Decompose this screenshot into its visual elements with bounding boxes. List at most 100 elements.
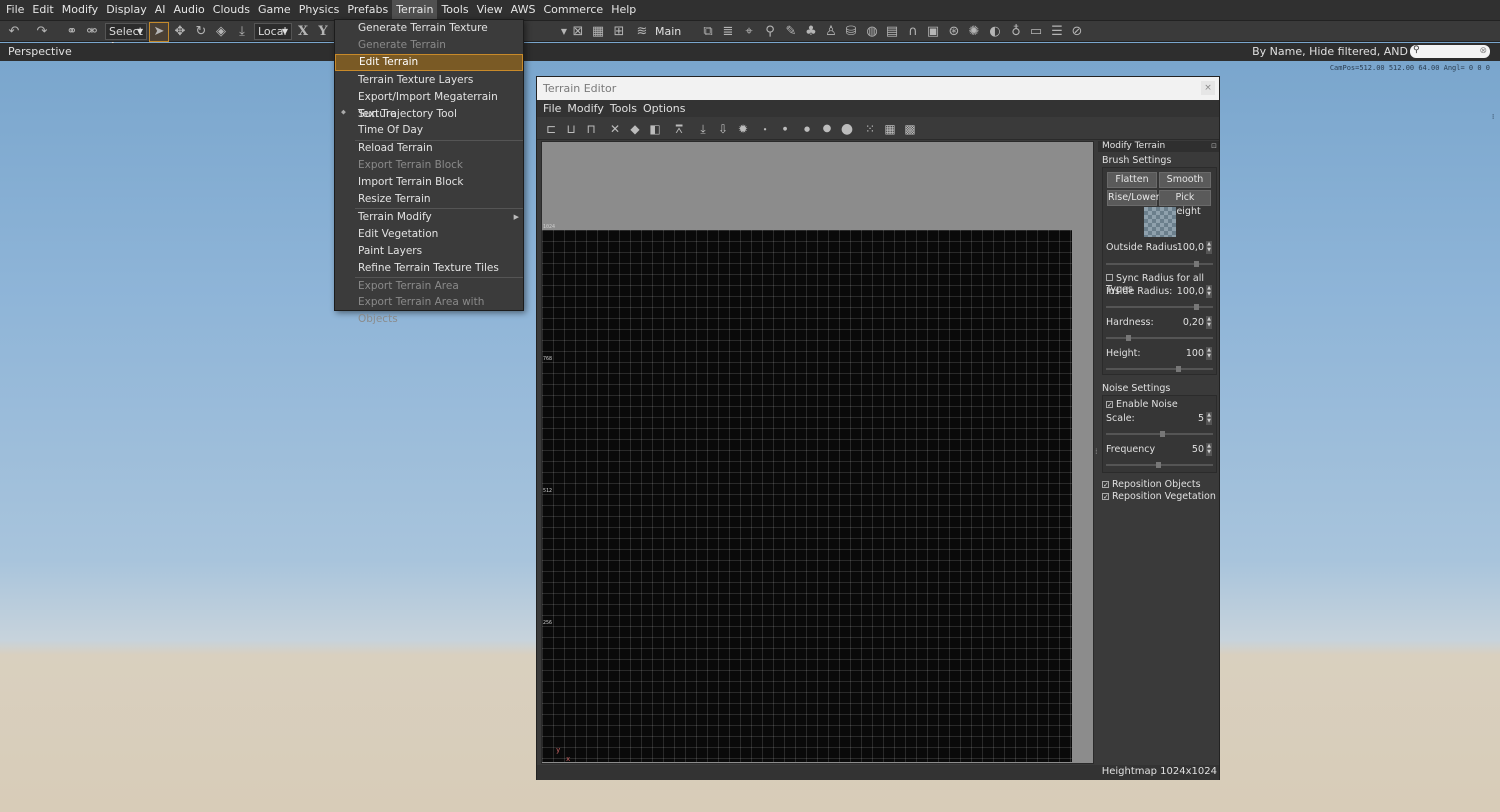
- editor-title-bar[interactable]: Terrain Editor ×: [537, 77, 1219, 100]
- undo-icon[interactable]: ↶: [6, 24, 22, 40]
- brush-size-2-icon[interactable]: ●: [777, 121, 793, 137]
- frequency-slider[interactable]: [1106, 462, 1213, 468]
- download-icon[interactable]: ⇩: [715, 121, 731, 137]
- hardness-spinbox[interactable]: 0,20 ▲ ▼: [1172, 316, 1212, 329]
- menu-prefabs[interactable]: Prefabs: [343, 0, 392, 20]
- menu-generate-terrain[interactable]: Generate Terrain: [335, 37, 523, 54]
- menu-sun-trajectory-tool[interactable]: Sun Trajectory Tool: [335, 106, 523, 123]
- menu-edit[interactable]: Edit: [28, 0, 57, 20]
- scale-slider[interactable]: [1106, 431, 1213, 437]
- link-icon[interactable]: ⚭: [64, 24, 80, 40]
- selection-mode-dropdown[interactable]: Select A ▼: [105, 23, 147, 53]
- heightmap-view[interactable]: 1024 768 512 256 y x: [541, 141, 1094, 764]
- menu-file[interactable]: File: [2, 0, 28, 20]
- slider-knob[interactable]: [1126, 335, 1131, 341]
- coord-system-dropdown[interactable]: Local ▼: [254, 23, 292, 40]
- brush-size-5-icon[interactable]: ●: [839, 121, 855, 137]
- spin-arrows-icon[interactable]: ▲ ▼: [1206, 285, 1212, 298]
- menu-export-terrain-area[interactable]: Export Terrain Area: [335, 278, 523, 295]
- editor-menu-tools[interactable]: Tools: [607, 102, 640, 115]
- flatten-button[interactable]: Flatten: [1107, 172, 1157, 188]
- brush-icon[interactable]: ✎: [783, 24, 799, 40]
- globe-icon[interactable]: ◍: [864, 24, 880, 40]
- save-icon[interactable]: ⊔: [563, 121, 579, 137]
- clear-icon[interactable]: ⊗: [1479, 45, 1487, 57]
- brush-size-4-icon[interactable]: ●: [819, 121, 835, 137]
- menu-export-import-megaterrain[interactable]: Export/Import Megaterrain Texture: [335, 89, 523, 120]
- menu-physics[interactable]: Physics: [295, 0, 344, 20]
- figure-icon[interactable]: ♙: [823, 24, 839, 40]
- inside-radius-spinbox[interactable]: 100,0 ▲ ▼: [1172, 285, 1212, 298]
- headphones-icon[interactable]: ∩: [905, 24, 921, 40]
- database-icon[interactable]: ⛁: [843, 24, 859, 40]
- slider-knob[interactable]: [1156, 462, 1161, 468]
- book-icon[interactable]: ⧉: [700, 24, 716, 40]
- panel-float-icon[interactable]: ⊡: [1211, 141, 1217, 152]
- layers-icon[interactable]: ≋: [634, 24, 650, 40]
- menu-time-of-day[interactable]: Time Of Day: [335, 122, 523, 139]
- axis-x-button[interactable]: X: [295, 24, 311, 40]
- menu-tools[interactable]: Tools: [437, 0, 472, 20]
- stack-icon[interactable]: ≣: [720, 24, 736, 40]
- image-icon[interactable]: ▣: [925, 24, 941, 40]
- viewport-name[interactable]: Perspective: [8, 45, 72, 58]
- heightmap-grid[interactable]: [542, 230, 1072, 762]
- scale-icon[interactable]: ◈: [213, 24, 229, 40]
- spin-arrows-icon[interactable]: ▲ ▼: [1206, 443, 1212, 456]
- pick-height-button[interactable]: Pick Height: [1159, 190, 1211, 217]
- menu-edit-terrain[interactable]: Edit Terrain: [335, 54, 523, 71]
- viewport-search-input[interactable]: ⚲ ⊗: [1410, 45, 1490, 58]
- brush-size-3-icon[interactable]: ●: [799, 121, 815, 137]
- slider-knob[interactable]: [1194, 304, 1199, 310]
- menu-export-terrain-block[interactable]: Export Terrain Block: [335, 157, 523, 174]
- menu-ai[interactable]: AI: [151, 0, 170, 20]
- menu-commerce[interactable]: Commerce: [539, 0, 607, 20]
- spin-arrows-icon[interactable]: ▲ ▼: [1206, 412, 1212, 425]
- heightmap-icon[interactable]: ⩞: [671, 121, 687, 137]
- reposition-vegetation-checkbox[interactable]: ✓ Reposition Vegetation: [1102, 491, 1216, 502]
- list-icon[interactable]: ☰: [1049, 24, 1065, 40]
- editor-menu-file[interactable]: File: [540, 102, 564, 115]
- menu-import-terrain-block[interactable]: Import Terrain Block: [335, 174, 523, 191]
- inside-radius-slider[interactable]: [1106, 304, 1213, 310]
- slider-knob[interactable]: [1194, 261, 1199, 267]
- height-spinbox[interactable]: 100 ▲ ▼: [1172, 347, 1212, 360]
- menu-refine-terrain-texture-tiles[interactable]: Refine Terrain Texture Tiles: [335, 260, 523, 277]
- menu-export-terrain-area-objects[interactable]: Export Terrain Area with Objects: [335, 294, 523, 325]
- menu-aws[interactable]: AWS: [507, 0, 540, 20]
- moon-icon[interactable]: ◐: [987, 24, 1003, 40]
- export-icon[interactable]: ⊓: [583, 121, 599, 137]
- server-icon[interactable]: ▭: [1028, 24, 1044, 40]
- reposition-objects-checkbox[interactable]: ✓ Reposition Objects: [1102, 479, 1201, 490]
- editor-menu-options[interactable]: Options: [640, 102, 688, 115]
- enable-noise-checkbox[interactable]: ✓ Enable Noise: [1106, 399, 1178, 410]
- outside-radius-slider[interactable]: [1106, 261, 1213, 267]
- rise-lower-button[interactable]: Rise/Lower: [1107, 190, 1160, 206]
- snap-angle-icon[interactable]: ▦: [590, 24, 606, 40]
- menu-audio[interactable]: Audio: [170, 0, 209, 20]
- menu-clouds[interactable]: Clouds: [209, 0, 254, 20]
- slider-knob[interactable]: [1160, 431, 1165, 437]
- close-icon[interactable]: ×: [1201, 81, 1215, 95]
- sun-icon[interactable]: ✺: [966, 24, 982, 40]
- grid-large-icon[interactable]: ▩: [902, 121, 918, 137]
- hardness-slider[interactable]: [1106, 335, 1213, 341]
- menu-resize-terrain[interactable]: Resize Terrain: [335, 191, 523, 208]
- grid-small-icon[interactable]: ⁙: [862, 121, 878, 137]
- move-icon[interactable]: ✥: [172, 24, 188, 40]
- menu-terrain[interactable]: Terrain: [392, 0, 438, 20]
- menu-terrain-modify[interactable]: Terrain Modify ▶: [335, 209, 523, 226]
- cursor-icon[interactable]: ⌖: [741, 24, 757, 40]
- menu-terrain-texture-layers[interactable]: Terrain Texture Layers: [335, 72, 523, 89]
- snap-grid-icon[interactable]: ⊠: [570, 24, 586, 40]
- brush-size-1-icon[interactable]: ●: [757, 121, 773, 137]
- compass-icon[interactable]: ⊛: [946, 24, 962, 40]
- menu-game[interactable]: Game: [254, 0, 295, 20]
- frequency-spinbox[interactable]: 50 ▲ ▼: [1172, 443, 1212, 456]
- lightbulb-icon[interactable]: ♁: [1008, 24, 1024, 40]
- editor-menu-modify[interactable]: Modify: [564, 102, 606, 115]
- eraser-icon[interactable]: ◆: [627, 121, 643, 137]
- smooth-button[interactable]: Smooth: [1159, 172, 1211, 188]
- slider-knob[interactable]: [1176, 366, 1181, 372]
- snap-icon[interactable]: ⤓: [234, 24, 250, 40]
